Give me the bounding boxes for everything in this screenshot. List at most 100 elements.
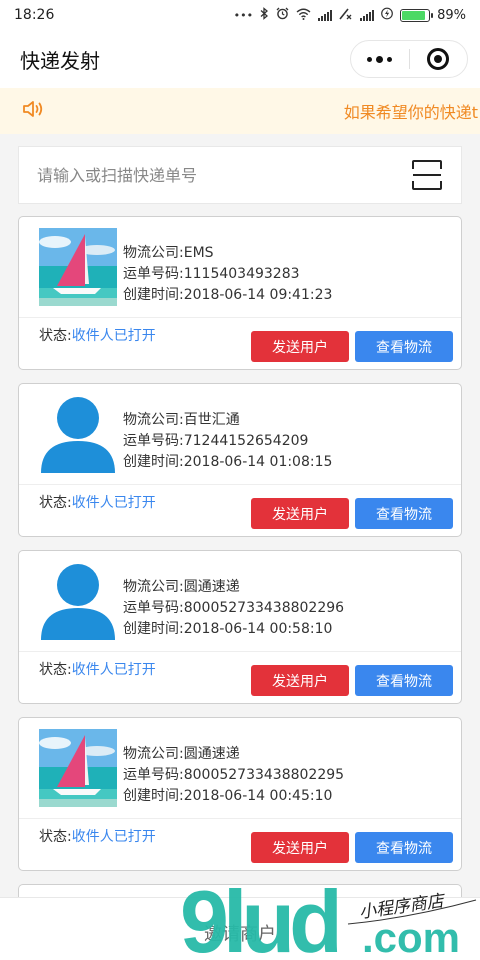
dots-icon: •••: [233, 8, 254, 22]
shipment-card-actions: 状态:收件人已打开 发送用户 查看物流: [19, 484, 461, 536]
created-value: 2018-06-14 09:41:23: [183, 286, 333, 303]
invite-merchant-button[interactable]: 邀请商户: [204, 924, 276, 945]
tracking-number-input[interactable]: [37, 165, 411, 185]
charging-icon: [381, 7, 393, 23]
tracking-line: 运单号码:71244152654209: [123, 431, 332, 452]
status-line: 状态:收件人已打开: [39, 492, 156, 512]
shipment-info: 物流公司:EMS 运单号码:1115403493283 创建时间:2018-06…: [123, 229, 332, 306]
shipment-list: 物流公司:EMS 运单号码:1115403493283 创建时间:2018-06…: [18, 216, 462, 871]
status-value[interactable]: 收件人已打开: [72, 829, 156, 845]
signal-icon: [318, 9, 333, 21]
notice-marquee-text: 如果希望你的快递t: [343, 103, 478, 122]
tracking-value: 800052733438802295: [183, 766, 345, 783]
avatar: [39, 562, 117, 640]
shipment-card: 物流公司:百世汇通 运单号码:71244152654209 创建时间:2018-…: [18, 383, 462, 537]
person-silhouette-icon: [41, 397, 115, 473]
tracking-label: 运单号码:: [123, 265, 184, 282]
created-value: 2018-06-14 00:58:10: [183, 620, 333, 637]
navigation-bar: 快递发射: [0, 30, 480, 88]
company-label: 物流公司:: [123, 745, 184, 762]
view-logistics-button[interactable]: 查看物流: [355, 832, 453, 863]
status-icons: ••• 89%: [234, 7, 466, 23]
status-line: 状态:收件人已打开: [39, 325, 156, 345]
mini-program-capsule: [350, 40, 468, 78]
bluetooth-icon: [260, 7, 269, 23]
shipment-card-actions: 状态:收件人已打开 发送用户 查看物流: [19, 818, 461, 870]
tracking-value: 800052733438802296: [183, 599, 345, 616]
created-label: 创建时间:: [123, 787, 184, 804]
send-user-button[interactable]: 发送用户: [251, 832, 349, 863]
created-label: 创建时间:: [123, 620, 184, 637]
created-value: 2018-06-14 01:08:15: [183, 453, 333, 470]
shipment-card-body: 物流公司:圆通速递 运单号码:800052733438802295 创建时间:2…: [19, 718, 461, 818]
shipment-card-body: 物流公司:百世汇通 运单号码:71244152654209 创建时间:2018-…: [19, 384, 461, 484]
alarm-icon: [276, 7, 289, 23]
more-dots-icon: [367, 55, 393, 63]
battery-level: [402, 10, 426, 20]
tracking-value: 1115403493283: [183, 265, 300, 282]
send-user-button[interactable]: 发送用户: [251, 331, 349, 362]
status-label: 状态:: [39, 328, 72, 344]
tracking-label: 运单号码:: [123, 766, 184, 783]
status-line: 状态:收件人已打开: [39, 659, 156, 679]
status-value[interactable]: 收件人已打开: [72, 328, 156, 344]
view-logistics-button[interactable]: 查看物流: [355, 498, 453, 529]
avatar: [39, 395, 117, 473]
company-line: 物流公司:EMS: [123, 243, 332, 264]
search-box: [18, 146, 462, 204]
sailboat-photo-icon: [39, 228, 117, 306]
shipment-card: 物流公司:圆通速递 运单号码:800052733438802295 创建时间:2…: [18, 717, 462, 871]
shipment-card-body: 物流公司:圆通速递 运单号码:800052733438802296 创建时间:2…: [19, 551, 461, 651]
created-line: 创建时间:2018-06-14 09:41:23: [123, 285, 332, 306]
company-value: EMS: [183, 244, 214, 261]
status-bar: 18:26 ••• 89%: [0, 0, 480, 30]
created-value: 2018-06-14 00:45:10: [183, 787, 333, 804]
status-label: 状态:: [39, 495, 72, 511]
battery-icon: [400, 8, 434, 22]
tracking-label: 运单号码:: [123, 599, 184, 616]
status-line: 状态:收件人已打开: [39, 826, 156, 846]
avatar: [39, 228, 117, 306]
status-label: 状态:: [39, 662, 72, 678]
created-line: 创建时间:2018-06-14 01:08:15: [123, 452, 332, 473]
status-value[interactable]: 收件人已打开: [72, 662, 156, 678]
company-line: 物流公司:百世汇通: [123, 410, 332, 431]
status-label: 状态:: [39, 829, 72, 845]
tracking-line: 运单号码:800052733438802296: [123, 598, 344, 619]
shipment-info: 物流公司:圆通速递 运单号码:800052733438802295 创建时间:2…: [123, 730, 344, 807]
created-line: 创建时间:2018-06-14 00:58:10: [123, 619, 344, 640]
signal-icon-2: [360, 9, 375, 21]
page-title: 快递发射: [20, 48, 100, 73]
shipment-card: 物流公司:圆通速递 运单号码:800052733438802296 创建时间:2…: [18, 550, 462, 704]
company-value: 圆通速递: [183, 745, 240, 762]
person-silhouette-icon: [41, 564, 115, 640]
close-mini-program-button[interactable]: [410, 41, 468, 77]
battery-percent: 89%: [437, 7, 466, 23]
created-label: 创建时间:: [123, 453, 184, 470]
shipment-card: 物流公司:EMS 运单号码:1115403493283 创建时间:2018-06…: [18, 216, 462, 370]
created-line: 创建时间:2018-06-14 00:45:10: [123, 786, 344, 807]
company-value: 圆通速递: [183, 578, 240, 595]
notice-bar[interactable]: 如果希望你的快递t: [0, 88, 480, 134]
status-value[interactable]: 收件人已打开: [72, 495, 156, 511]
bottom-bar: 邀请商户: [0, 897, 480, 960]
scan-icon[interactable]: [411, 159, 443, 191]
more-menu-button[interactable]: [351, 41, 409, 77]
tracking-value: 71244152654209: [183, 432, 309, 449]
send-user-button[interactable]: 发送用户: [251, 498, 349, 529]
target-icon: [427, 48, 450, 70]
tracking-line: 运单号码:800052733438802295: [123, 765, 344, 786]
shipment-card-actions: 状态:收件人已打开 发送用户 查看物流: [19, 317, 461, 369]
company-label: 物流公司:: [123, 578, 184, 595]
company-label: 物流公司:: [123, 244, 184, 261]
company-value: 百世汇通: [183, 411, 240, 428]
view-logistics-button[interactable]: 查看物流: [355, 665, 453, 696]
signal-x-icon: [339, 8, 353, 23]
company-line: 物流公司:圆通速递: [123, 744, 344, 765]
shipment-card-body: 物流公司:EMS 运单号码:1115403493283 创建时间:2018-06…: [19, 217, 461, 317]
speaker-icon: [22, 99, 44, 123]
company-label: 物流公司:: [123, 411, 184, 428]
view-logistics-button[interactable]: 查看物流: [355, 331, 453, 362]
shipment-info: 物流公司:百世汇通 运单号码:71244152654209 创建时间:2018-…: [123, 396, 332, 473]
send-user-button[interactable]: 发送用户: [251, 665, 349, 696]
